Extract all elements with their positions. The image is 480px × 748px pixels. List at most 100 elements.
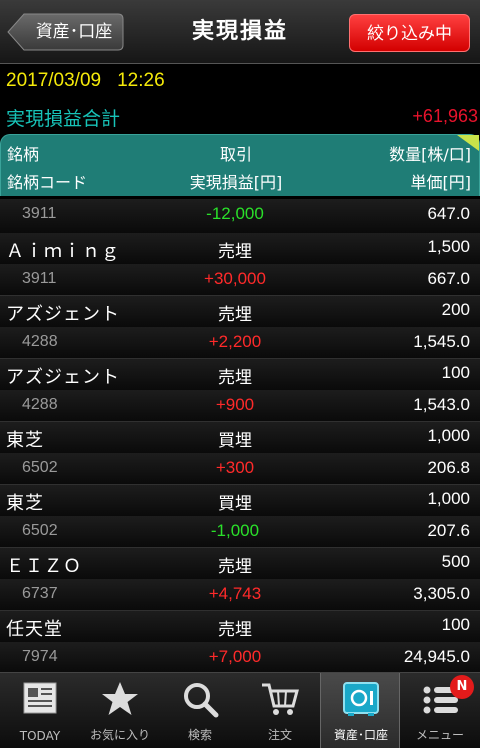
as-of-time: 12:26 — [117, 70, 165, 91]
stock-code: 6502 — [22, 522, 58, 539]
trade-type: 買埋 — [218, 494, 252, 514]
safe-icon — [343, 682, 379, 716]
row-detail: 3911 -12,000 647.0 — [0, 199, 480, 233]
nav-label: 資産･口座 — [333, 728, 388, 742]
total-pl-label: 実現損益合計 — [6, 108, 121, 130]
table-row[interactable]: ＥＩＺＯ 売埋 500 6737 +4,743 3,305.0 — [0, 548, 480, 611]
col-unit-price: 単価[円] — [410, 173, 472, 192]
trade-type: 買埋 — [218, 431, 252, 451]
unit-price: 207.6 — [427, 521, 470, 540]
unit-price: 1,543.0 — [413, 395, 470, 414]
summary-section: 2017/03/09 12:26 実現損益合計 +61,963 — [0, 64, 480, 134]
table-row[interactable]: 任天堂 売埋 100 7974 +7,000 24,945.0 — [0, 611, 480, 674]
notification-badge: N — [450, 675, 474, 699]
realized-pl: +300 — [215, 458, 255, 477]
stock-name: 東芝 — [6, 430, 44, 451]
realized-pl: +4,743 — [208, 584, 262, 603]
row-detail: 6502 +300 206.8 — [0, 453, 480, 484]
nav-label: お気に入り — [89, 728, 150, 742]
table-row[interactable]: 東芝 買埋 1,000 6502 -1,000 207.6 — [0, 485, 480, 548]
search-icon — [184, 683, 219, 718]
nav-order[interactable]: 注文 — [240, 673, 320, 748]
realized-pl: +2,200 — [208, 332, 262, 351]
stock-name: 東芝 — [6, 493, 44, 514]
nav-menu[interactable]: N メニュー — [400, 673, 480, 748]
row-detail: 6737 +4,743 3,305.0 — [0, 579, 480, 610]
unit-price: 206.8 — [427, 458, 470, 477]
quantity: 1,000 — [427, 426, 470, 445]
realized-pl: +30,000 — [204, 269, 266, 288]
row-detail: 7974 +7,000 24,945.0 — [0, 642, 480, 673]
table-row[interactable]: Ａｉｍｉｎｇ 売埋 1,500 3911 +30,000 667.0 — [0, 233, 480, 296]
row-detail: 6502 -1,000 207.6 — [0, 516, 480, 547]
as-of-date: 2017/03/09 — [6, 70, 102, 91]
nav-search[interactable]: 検索 — [160, 673, 240, 748]
trade-type: 売埋 — [218, 305, 252, 325]
trade-type: 売埋 — [218, 557, 252, 577]
pl-list: 3911 -12,000 647.0 Ａｉｍｉｎｇ 売埋 1,500 3911 … — [0, 196, 480, 674]
trade-type: 売埋 — [218, 368, 252, 388]
back-button[interactable]: 資産･口座 — [6, 12, 124, 52]
bottom-nav: TODAY お気に入り 検索 注文 資産･口座 N メニュー — [0, 672, 480, 748]
quantity: 200 — [441, 300, 470, 319]
stock-code: 6737 — [22, 585, 58, 602]
quantity: 100 — [441, 363, 470, 382]
nav-favorites[interactable]: お気に入り — [80, 673, 160, 748]
row-main: 東芝 買埋 1,000 — [0, 422, 480, 453]
stock-code: 3911 — [22, 270, 57, 287]
quantity: 1,500 — [427, 237, 470, 256]
stock-name: Ａｉｍｉｎｇ — [6, 241, 120, 262]
nav-label: 検索 — [187, 728, 212, 742]
nav-assets[interactable]: 資産･口座 — [320, 673, 400, 748]
stock-name: アズジェント — [6, 304, 120, 325]
unit-price: 24,945.0 — [403, 647, 470, 666]
realized-pl: +900 — [215, 395, 255, 414]
as-of-datetime: 2017/03/09 12:26 — [6, 70, 165, 92]
star-icon — [102, 682, 138, 715]
col-realized-pl: 実現損益[円] — [189, 173, 283, 192]
row-main: アズジェント 売埋 100 — [0, 359, 480, 390]
realized-pl: +7,000 — [208, 647, 262, 666]
unit-price: 1,545.0 — [413, 332, 470, 351]
row-detail: 3911 +30,000 667.0 — [0, 264, 480, 295]
back-button-label: 資産･口座 — [35, 22, 113, 42]
realized-pl: -12,000 — [206, 204, 264, 223]
table-row[interactable]: アズジェント 売埋 200 4288 +2,200 1,545.0 — [0, 296, 480, 359]
table-row[interactable]: 東芝 買埋 1,000 6502 +300 206.8 — [0, 422, 480, 485]
row-main: ＥＩＺＯ 売埋 500 — [0, 548, 480, 579]
quantity: 100 — [441, 615, 470, 634]
page-title: 実現損益 — [191, 19, 288, 44]
quantity: 1,000 — [427, 489, 470, 508]
unit-price: 3,305.0 — [413, 584, 470, 603]
row-main: Ａｉｍｉｎｇ 売埋 1,500 — [0, 233, 480, 264]
stock-code: 4288 — [22, 396, 58, 413]
stock-name: ＥＩＺＯ — [6, 556, 82, 577]
row-main: 東芝 買埋 1,000 — [0, 485, 480, 516]
col-trade: 取引 — [219, 145, 252, 164]
nav-label: TODAY — [19, 729, 61, 743]
app-header: 資産･口座 実現損益 絞り込み中 — [0, 0, 480, 64]
stock-name: アズジェント — [6, 367, 120, 388]
unit-price: 647.0 — [427, 204, 470, 223]
filter-button[interactable]: 絞り込み中 — [349, 14, 470, 52]
table-row[interactable]: 3911 -12,000 647.0 — [0, 196, 480, 233]
unit-price: 667.0 — [427, 269, 470, 288]
trade-type: 売埋 — [218, 620, 252, 640]
col-quantity: 数量[株/口] — [389, 145, 471, 164]
quantity: 500 — [441, 552, 470, 571]
stock-code: 4288 — [22, 333, 58, 350]
nav-today[interactable]: TODAY — [0, 673, 80, 748]
col-name: 銘柄 — [7, 145, 40, 164]
col-code: 銘柄コード — [7, 173, 88, 192]
column-header[interactable]: 銘柄 取引 数量[株/口] 銘柄コード 実現損益[円] 単価[円] — [0, 134, 480, 196]
table-row[interactable]: アズジェント 売埋 100 4288 +900 1,543.0 — [0, 359, 480, 422]
newspaper-icon — [23, 682, 57, 714]
trade-type: 売埋 — [218, 242, 252, 262]
row-main: アズジェント 売埋 200 — [0, 296, 480, 327]
row-detail: 4288 +900 1,543.0 — [0, 390, 480, 421]
stock-code: 7974 — [22, 648, 58, 665]
stock-code: 6502 — [22, 459, 58, 476]
stock-name: 任天堂 — [6, 619, 63, 640]
row-detail: 4288 +2,200 1,545.0 — [0, 327, 480, 358]
nav-label: 注文 — [267, 728, 292, 742]
